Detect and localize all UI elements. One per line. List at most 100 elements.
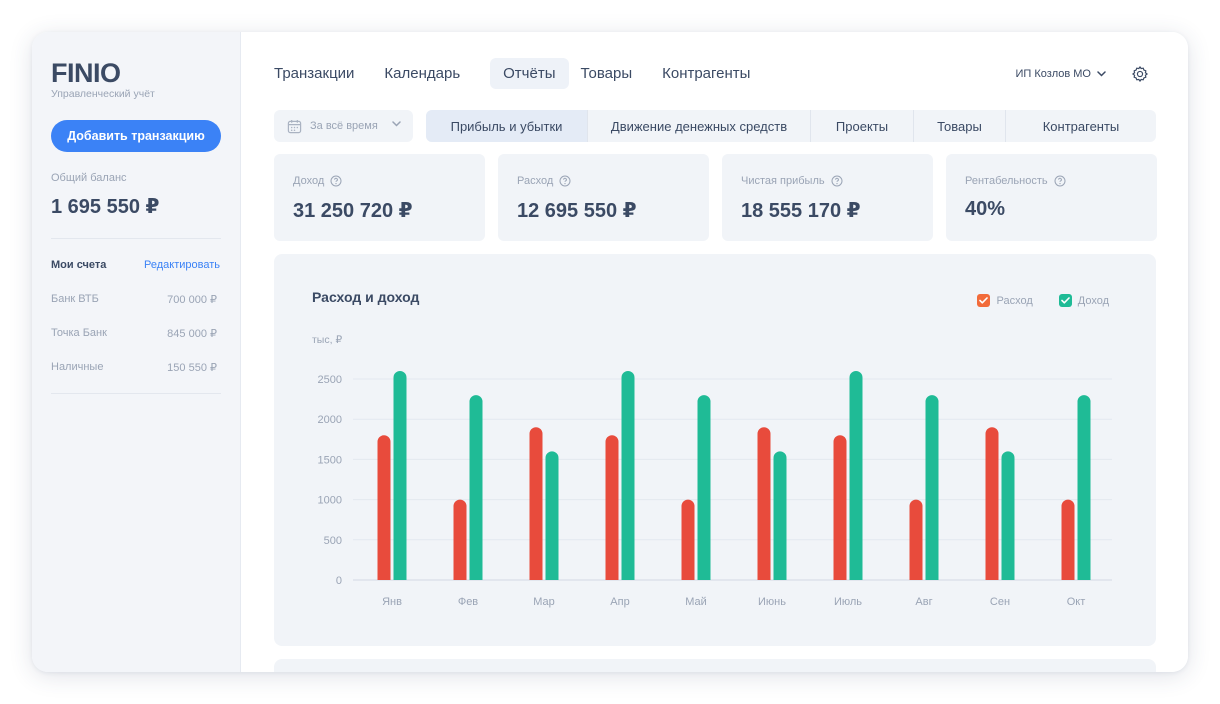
kpi-label-row: Чистая прибыль <box>741 175 843 187</box>
x-tick-label: Май <box>685 596 707 608</box>
bar-chart: тыс, ₽ 0 500 1000 1500 2000 2500 Янв Фев Мар Апр Ма… <box>312 334 1112 608</box>
account-row[interactable]: Наличные 150 550 ₽ <box>51 361 217 374</box>
period-label: За всё время <box>310 120 378 132</box>
bar-income[interactable] <box>621 370 635 580</box>
x-tick-label: Июль <box>834 596 862 608</box>
y-axis-label: тыс, ₽ <box>312 334 342 346</box>
x-tick-label: Апр <box>610 596 629 608</box>
kpi-value: 40% <box>965 198 1006 220</box>
kpi-card-income: Доход 31 250 720 ₽ <box>274 154 485 241</box>
bar-income[interactable] <box>469 395 483 580</box>
kpi-label-row: Расход <box>517 175 571 187</box>
bar-income[interactable] <box>925 395 939 580</box>
y-tick-label: 1500 <box>318 454 342 466</box>
kpi-value: 18 555 170 ₽ <box>741 200 861 222</box>
x-tick-label: Янв <box>382 596 402 608</box>
accounts-title: Мои счета <box>51 259 107 271</box>
tab-cash-flow[interactable]: Движение денежных средств <box>588 110 811 142</box>
balance-label: Общий баланс <box>51 172 127 184</box>
account-amount: 150 550 ₽ <box>167 362 217 374</box>
account-amount: 845 000 ₽ <box>167 328 217 340</box>
kpi-value: 31 250 720 ₽ <box>293 200 413 222</box>
sidebar-divider <box>51 393 221 394</box>
y-tick-label: 1000 <box>318 495 342 507</box>
chart-card: Расход и доход Расход Доход тыс, ₽0 500 10… <box>274 254 1156 646</box>
report-tabs: Прибыль и убытки Движение денежных средс… <box>426 110 1156 142</box>
bar-expense[interactable] <box>833 435 847 580</box>
bar-income[interactable] <box>697 395 711 580</box>
account-row[interactable]: Банк ВТБ 700 000 ₽ <box>51 293 217 306</box>
nav-counterparties[interactable]: Контрагенты <box>652 58 760 89</box>
sidebar: FINIO Управленческий учёт Добавить транз… <box>32 32 241 672</box>
tab-profit-loss[interactable]: Прибыль и убытки <box>426 110 588 142</box>
edit-accounts-link[interactable]: Редактировать <box>144 259 220 271</box>
x-tick-label: Фев <box>458 596 478 608</box>
app-subtitle: Управленческий учёт <box>51 88 155 100</box>
help-icon[interactable] <box>1054 175 1066 187</box>
tab-products[interactable]: Товары <box>914 110 1006 142</box>
tab-counterparties[interactable]: Контрагенты <box>1006 110 1156 142</box>
top-nav: Транзакции Календарь Отчёты Товары Контр… <box>274 58 772 89</box>
help-icon[interactable] <box>330 175 342 187</box>
kpi-label-row: Рентабельность <box>965 175 1066 187</box>
help-icon[interactable] <box>559 175 571 187</box>
bar-expense[interactable] <box>1061 499 1075 580</box>
nav-transactions[interactable]: Транзакции <box>264 58 364 89</box>
period-filter[interactable]: За всё время <box>274 110 413 142</box>
calendar-icon <box>287 119 302 133</box>
help-icon[interactable] <box>831 175 843 187</box>
sidebar-divider <box>51 238 221 239</box>
y-tick-label: 500 <box>324 535 342 547</box>
x-tick-label: Сен <box>990 596 1010 608</box>
kpi-card-expense: Расход 12 695 550 ₽ <box>498 154 709 241</box>
y-tick-label: 2500 <box>318 374 342 386</box>
app-logo[interactable]: FINIO <box>51 58 121 89</box>
bar-expense[interactable] <box>909 499 923 580</box>
bar-expense[interactable] <box>377 435 391 580</box>
bar-income[interactable] <box>393 370 407 580</box>
secondary-card <box>274 659 1156 672</box>
bar-expense[interactable] <box>681 499 695 580</box>
bar-income[interactable] <box>1077 395 1091 580</box>
nav-products[interactable]: Товары <box>571 58 643 89</box>
org-name: ИП Козлов МО <box>1015 68 1091 80</box>
kpi-label: Доход <box>293 175 325 187</box>
account-name: Точка Банк <box>51 327 107 339</box>
kpi-label: Рентабельность <box>965 175 1048 187</box>
bar-expense[interactable] <box>757 427 771 580</box>
kpi-label: Расход <box>517 175 554 187</box>
kpi-label: Чистая прибыль <box>741 175 825 187</box>
kpi-card-net-profit: Чистая прибыль 18 555 170 ₽ <box>722 154 933 241</box>
x-tick-label: Мар <box>533 596 555 608</box>
bar-income[interactable] <box>849 370 863 580</box>
account-name: Банк ВТБ <box>51 293 99 305</box>
kpi-label-row: Доход <box>293 175 342 187</box>
bar-expense[interactable] <box>985 427 999 580</box>
nav-calendar[interactable]: Календарь <box>374 58 470 89</box>
kpi-card-profitability: Рентабельность 40% <box>946 154 1157 241</box>
kpi-value: 12 695 550 ₽ <box>517 200 637 222</box>
x-tick-label: Окт <box>1067 596 1086 608</box>
bar-expense[interactable] <box>605 435 619 580</box>
bar-expense[interactable] <box>453 499 467 580</box>
main-content: Транзакции Календарь Отчёты Товары Контр… <box>242 32 1188 672</box>
app-window: FINIO Управленческий учёт Добавить транз… <box>32 32 1188 672</box>
org-selector[interactable]: ИП Козлов МО <box>1016 68 1106 80</box>
nav-reports[interactable]: Отчёты <box>490 58 569 89</box>
bar-income[interactable] <box>545 451 559 580</box>
y-tick-label: 2000 <box>318 414 342 426</box>
account-amount: 700 000 ₽ <box>167 294 217 306</box>
bar-expense[interactable] <box>529 427 543 580</box>
x-tick-label: Авг <box>915 596 932 608</box>
bar-income[interactable] <box>1001 451 1015 580</box>
chevron-down-icon <box>1097 71 1106 77</box>
account-row[interactable]: Точка Банк 845 000 ₽ <box>51 327 217 340</box>
tab-projects[interactable]: Проекты <box>811 110 914 142</box>
gear-icon[interactable] <box>1131 65 1149 83</box>
chevron-down-icon <box>392 121 401 127</box>
x-tick-label: Июнь <box>758 596 786 608</box>
account-name: Наличные <box>51 361 104 373</box>
bar-income[interactable] <box>773 451 787 580</box>
y-tick-label: 0 <box>336 575 342 587</box>
add-transaction-button[interactable]: Добавить транзакцию <box>51 120 221 152</box>
